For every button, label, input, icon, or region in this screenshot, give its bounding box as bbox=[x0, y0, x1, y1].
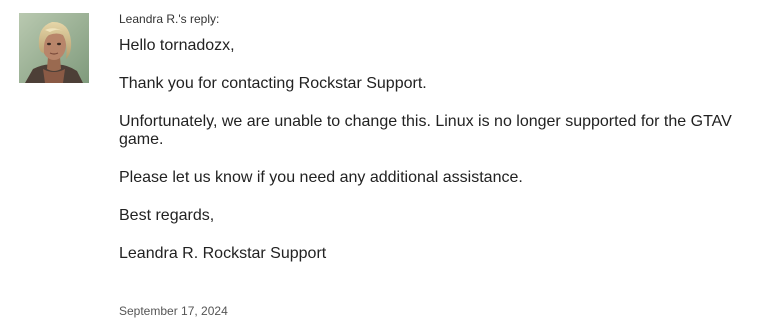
reply-paragraph: Unfortunately, we are unable to change t… bbox=[119, 113, 732, 148]
reply-paragraph: Thank you for contacting Rockstar Suppor… bbox=[119, 75, 427, 92]
reply-date: September 17, 2024 bbox=[119, 304, 228, 318]
reply-greeting: Hello tornadozx, bbox=[119, 37, 235, 54]
reply-signature: Leandra R. Rockstar Support bbox=[119, 245, 327, 262]
agent-avatar bbox=[19, 13, 89, 83]
reply-author-heading: Leandra R.'s reply: bbox=[119, 12, 220, 26]
reply-paragraph: Please let us know if you need any addit… bbox=[119, 169, 523, 186]
support-reply: Leandra R.'s reply: Hello tornadozx, Tha… bbox=[0, 0, 765, 325]
agent-avatar-icon bbox=[19, 13, 89, 83]
reply-body: Hello tornadozx, Thank you for contactin… bbox=[119, 37, 765, 283]
reply-closing: Best regards, bbox=[119, 207, 215, 224]
